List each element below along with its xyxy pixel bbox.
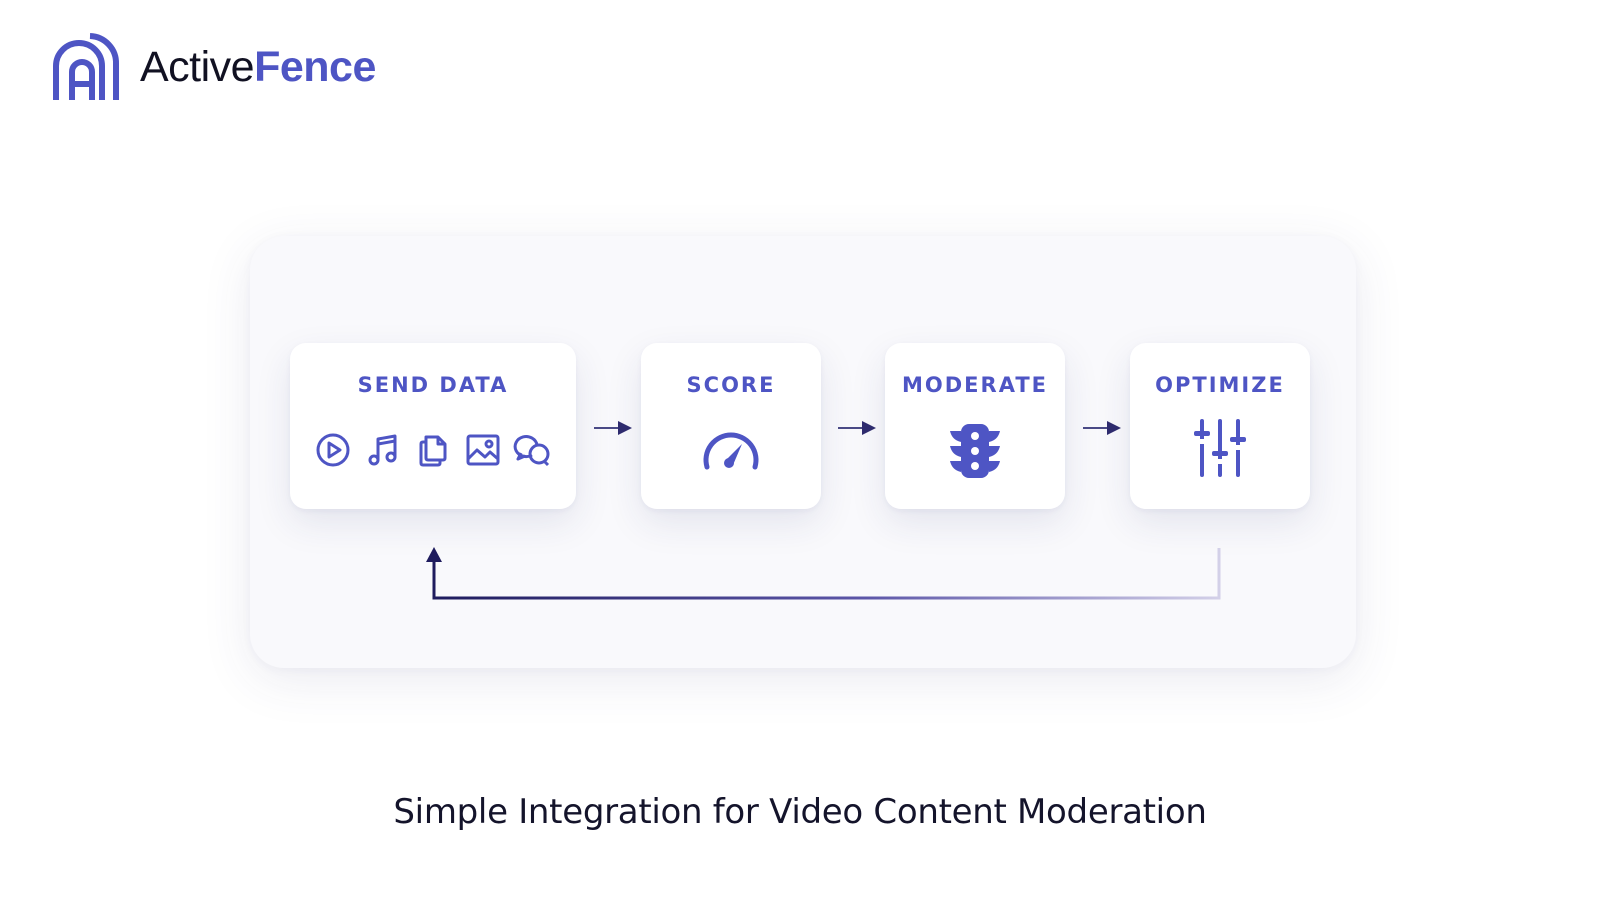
arrow-score-to-moderate (838, 421, 876, 435)
diagram-caption: Simple Integration for Video Content Mod… (393, 792, 1207, 832)
arrow-moderate-to-optimize (1083, 421, 1121, 435)
flow-connectors (426, 421, 1221, 600)
arrow-send-to-score (594, 421, 632, 435)
feedback-loop-arrow (426, 547, 1221, 600)
